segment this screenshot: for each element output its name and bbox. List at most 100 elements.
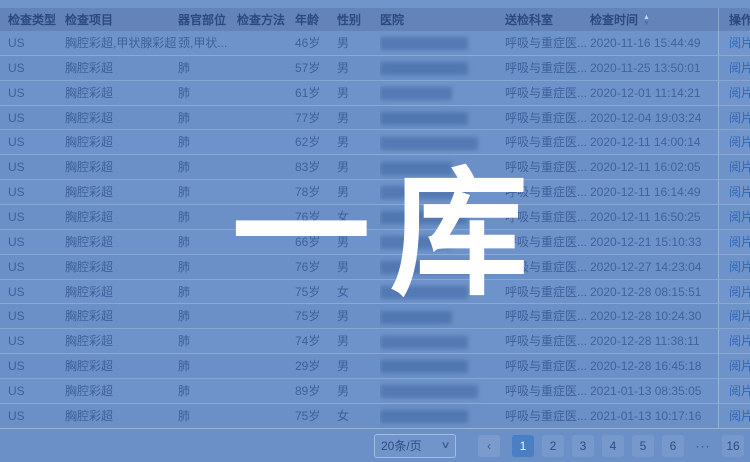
- table-row[interactable]: US 胸腔彩超 肺 29岁 男 呼吸与重症医... 2020-12-28 16:…: [0, 354, 750, 379]
- redaction-blur-block: [380, 211, 468, 224]
- view-film-link[interactable]: 阅片: [729, 180, 750, 204]
- view-film-link[interactable]: 阅片: [729, 230, 750, 254]
- cell-gender: 女: [337, 205, 380, 229]
- cell-action: 阅片: [718, 56, 750, 80]
- page-button-3[interactable]: 3: [572, 435, 594, 457]
- view-film-link[interactable]: 阅片: [729, 354, 750, 378]
- table-row[interactable]: US 胸腔彩超 肺 57岁 男 呼吸与重症医... 2020-11-25 13:…: [0, 56, 750, 81]
- cell-exam-item: 胸腔彩超: [65, 304, 178, 328]
- cell-gender: 男: [337, 230, 380, 254]
- view-film-link[interactable]: 阅片: [729, 130, 750, 154]
- redaction-blur-block: [380, 261, 478, 274]
- table-row[interactable]: US 胸腔彩超 肺 83岁 男 呼吸与重症医... 2020-12-11 16:…: [0, 155, 750, 180]
- cell-gender: 女: [337, 404, 380, 428]
- page-size-select[interactable]: 20条/页 ∨: [374, 434, 456, 458]
- cell-department: 呼吸与重症医...: [505, 230, 590, 254]
- table-row[interactable]: US 胸腔彩超 肺 77岁 男 呼吸与重症医... 2020-12-04 19:…: [0, 106, 750, 131]
- table-row[interactable]: US 胸腔彩超 肺 78岁 男 呼吸与重症医... 2020-12-11 16:…: [0, 180, 750, 205]
- view-film-link[interactable]: 阅片: [729, 81, 750, 105]
- cell-action: 阅片: [718, 155, 750, 179]
- header-exam-type: 检查类型: [8, 11, 65, 28]
- sort-icon[interactable]: ▲▼: [643, 14, 650, 27]
- cell-department: 呼吸与重症医...: [505, 354, 590, 378]
- cell-department: 呼吸与重症医...: [505, 81, 590, 105]
- view-film-link[interactable]: 阅片: [729, 56, 750, 80]
- cell-department: 呼吸与重症医...: [505, 329, 590, 353]
- view-film-link[interactable]: 阅片: [729, 155, 750, 179]
- view-film-link[interactable]: 阅片: [729, 329, 750, 353]
- sort-desc-icon: ▼: [643, 21, 650, 27]
- page-button-2[interactable]: 2: [542, 435, 564, 457]
- cell-exam-type: US: [8, 354, 65, 378]
- cell-exam-item: 胸腔彩超: [65, 180, 178, 204]
- header-gender: 性别: [337, 11, 380, 28]
- view-film-link[interactable]: 阅片: [729, 304, 750, 328]
- cell-exam-item: 胸腔彩超,甲状腺彩超: [65, 31, 178, 55]
- redaction-blur-block: [380, 336, 468, 349]
- cell-age: 74岁: [295, 329, 337, 353]
- table-row[interactable]: US 胸腔彩超 肺 89岁 男 呼吸与重症医... 2021-01-13 08:…: [0, 379, 750, 404]
- table-row[interactable]: US 胸腔彩超 肺 75岁 女 呼吸与重症医... 2021-01-13 10:…: [0, 404, 750, 428]
- redaction-blur-block: [380, 112, 468, 125]
- header-method: 检查方法: [237, 11, 295, 28]
- cell-gender: 男: [337, 130, 380, 154]
- cell-organ: 肺: [178, 155, 237, 179]
- page-button-16[interactable]: 16: [722, 435, 744, 457]
- cell-organ: 肺: [178, 205, 237, 229]
- page-button-1[interactable]: 1: [512, 435, 534, 457]
- cell-hospital-redacted: [380, 130, 505, 154]
- view-film-link[interactable]: 阅片: [729, 255, 750, 279]
- cell-age: 76岁: [295, 255, 337, 279]
- table-row[interactable]: US 胸腔彩超 肺 76岁 男 呼吸与重症医... 2020-12-27 14:…: [0, 255, 750, 280]
- view-film-link[interactable]: 阅片: [729, 106, 750, 130]
- redaction-blur-block: [380, 385, 478, 398]
- view-film-link[interactable]: 阅片: [729, 280, 750, 304]
- table-row[interactable]: US 胸腔彩超 肺 66岁 男 呼吸与重症医... 2020-12-21 15:…: [0, 230, 750, 255]
- cell-exam-type: US: [8, 155, 65, 179]
- cell-action: 阅片: [718, 329, 750, 353]
- cell-exam-type: US: [8, 81, 65, 105]
- cell-exam-time: 2020-12-11 16:02:05: [590, 155, 718, 179]
- cell-age: 76岁: [295, 205, 337, 229]
- cell-age: 83岁: [295, 155, 337, 179]
- cell-hospital-redacted: [380, 280, 505, 304]
- page-button-5[interactable]: 5: [632, 435, 654, 457]
- cell-gender: 男: [337, 56, 380, 80]
- page-button-4[interactable]: 4: [602, 435, 624, 457]
- cell-hospital-redacted: [380, 31, 505, 55]
- prev-page-button[interactable]: ‹: [478, 435, 500, 457]
- header-exam-time-sortable[interactable]: 检查时间▲▼: [590, 11, 718, 28]
- redaction-blur-block: [380, 137, 478, 150]
- cell-action: 阅片: [718, 304, 750, 328]
- cell-hospital-redacted: [380, 379, 505, 403]
- cell-hospital-redacted: [380, 180, 505, 204]
- table-row[interactable]: US 胸腔彩超 肺 75岁 男 呼吸与重症医... 2020-12-28 10:…: [0, 304, 750, 329]
- cell-age: 77岁: [295, 106, 337, 130]
- cell-gender: 男: [337, 379, 380, 403]
- table-row[interactable]: US 胸腔彩超 肺 62岁 男 呼吸与重症医... 2020-12-11 14:…: [0, 130, 750, 155]
- cell-gender: 男: [337, 31, 380, 55]
- cell-action: 阅片: [718, 106, 750, 130]
- redaction-blur-block: [380, 286, 468, 299]
- view-film-link[interactable]: 阅片: [729, 31, 750, 55]
- view-film-link[interactable]: 阅片: [729, 205, 750, 229]
- cell-exam-type: US: [8, 106, 65, 130]
- pager-more-icon[interactable]: ···: [692, 435, 714, 457]
- view-film-link[interactable]: 阅片: [729, 379, 750, 403]
- cell-hospital-redacted: [380, 56, 505, 80]
- table-row[interactable]: US 胸腔彩超 肺 61岁 男 呼吸与重症医... 2020-12-01 11:…: [0, 81, 750, 106]
- cell-exam-item: 胸腔彩超: [65, 81, 178, 105]
- table-row[interactable]: US 胸腔彩超 肺 75岁 女 呼吸与重症医... 2020-12-28 08:…: [0, 280, 750, 305]
- table-row[interactable]: US 胸腔彩超,甲状腺彩超 颈,甲状... 46岁 男 呼吸与重症医... 20…: [0, 31, 750, 56]
- cell-exam-item: 胸腔彩超: [65, 155, 178, 179]
- table-row[interactable]: US 胸腔彩超 肺 74岁 男 呼吸与重症医... 2020-12-28 11:…: [0, 329, 750, 354]
- top-strip: [0, 0, 750, 8]
- cell-hospital-redacted: [380, 255, 505, 279]
- cell-exam-type: US: [8, 280, 65, 304]
- table-row[interactable]: US 胸腔彩超 肺 76岁 女 呼吸与重症医... 2020-12-11 16:…: [0, 205, 750, 230]
- cell-organ: 肺: [178, 180, 237, 204]
- cell-exam-type: US: [8, 130, 65, 154]
- page-button-6[interactable]: 6: [662, 435, 684, 457]
- cell-gender: 男: [337, 329, 380, 353]
- view-film-link[interactable]: 阅片: [729, 404, 750, 428]
